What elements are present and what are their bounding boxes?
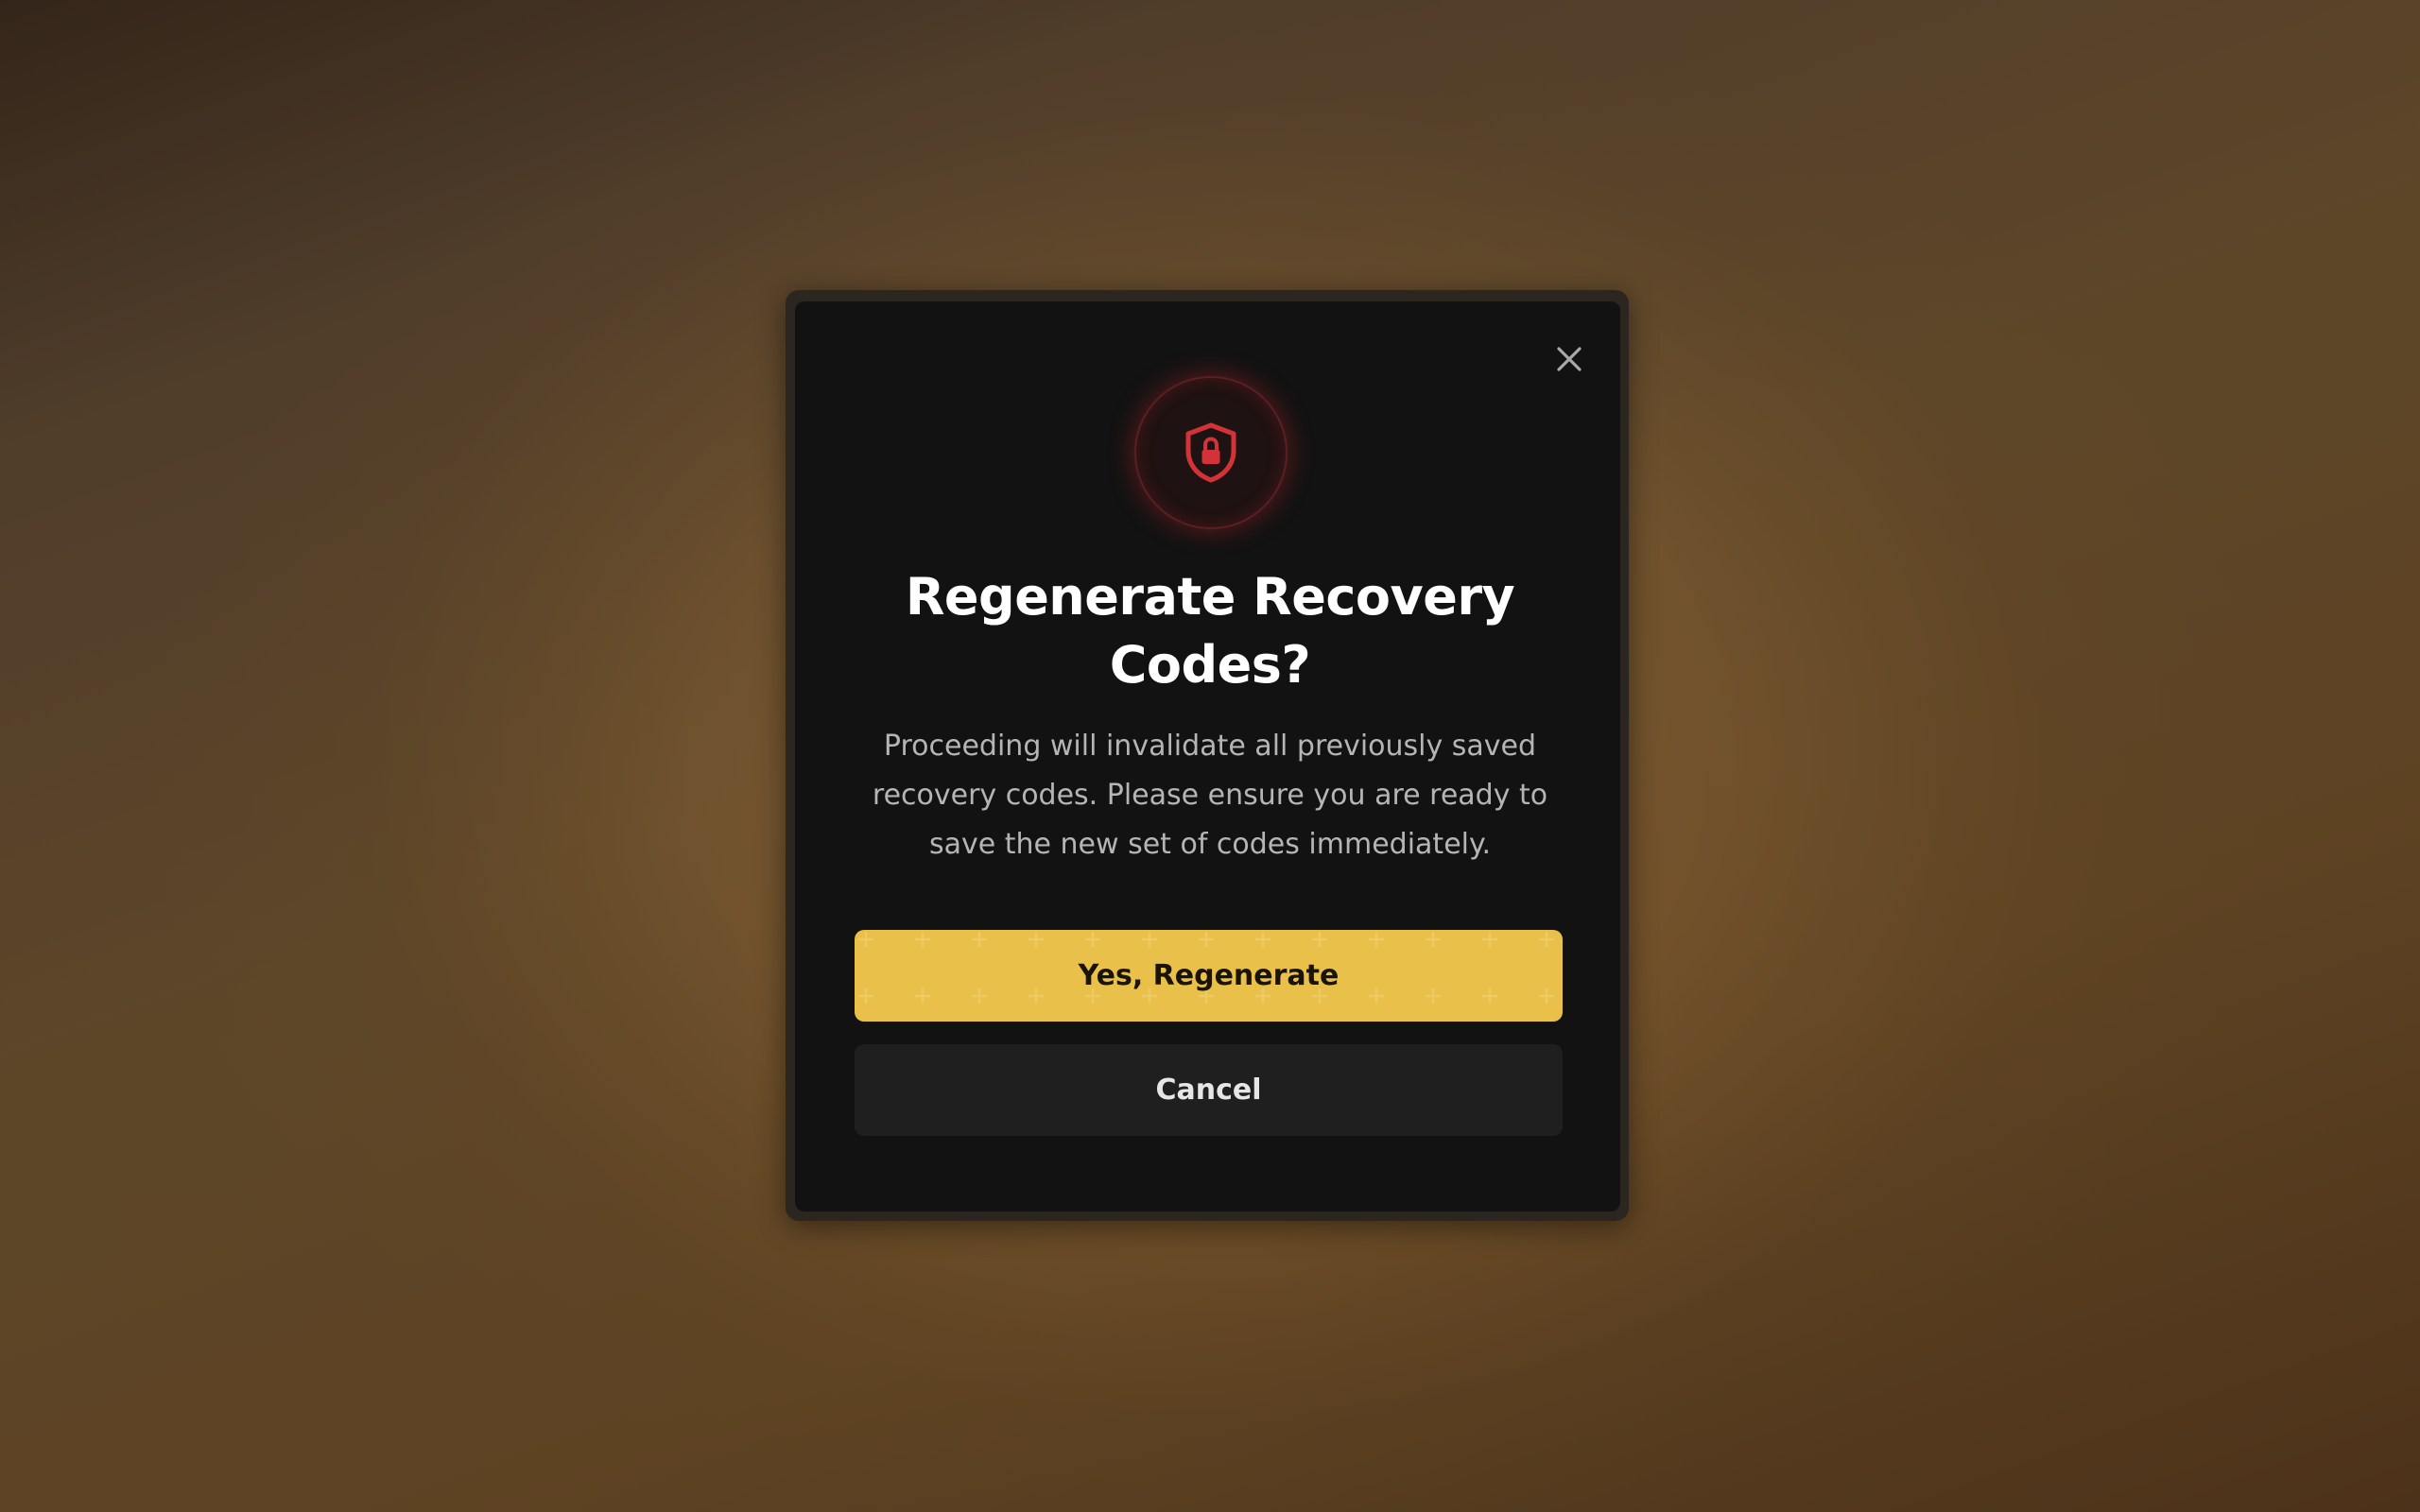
cancel-button[interactable]: Cancel — [855, 1044, 1563, 1136]
close-button[interactable] — [1550, 340, 1588, 378]
shield-lock-icon — [1185, 422, 1236, 483]
shield-icon-badge — [1134, 376, 1288, 529]
confirm-button-label: Yes, Regenerate — [1078, 959, 1340, 992]
dialog-title: Regenerate Recovery Codes? — [905, 567, 1515, 695]
dialog-description: Proceeding will invalidate all previousl… — [872, 730, 1548, 861]
confirm-regenerate-button[interactable]: Yes, Regenerate — [855, 930, 1563, 1022]
close-icon — [1557, 347, 1582, 371]
